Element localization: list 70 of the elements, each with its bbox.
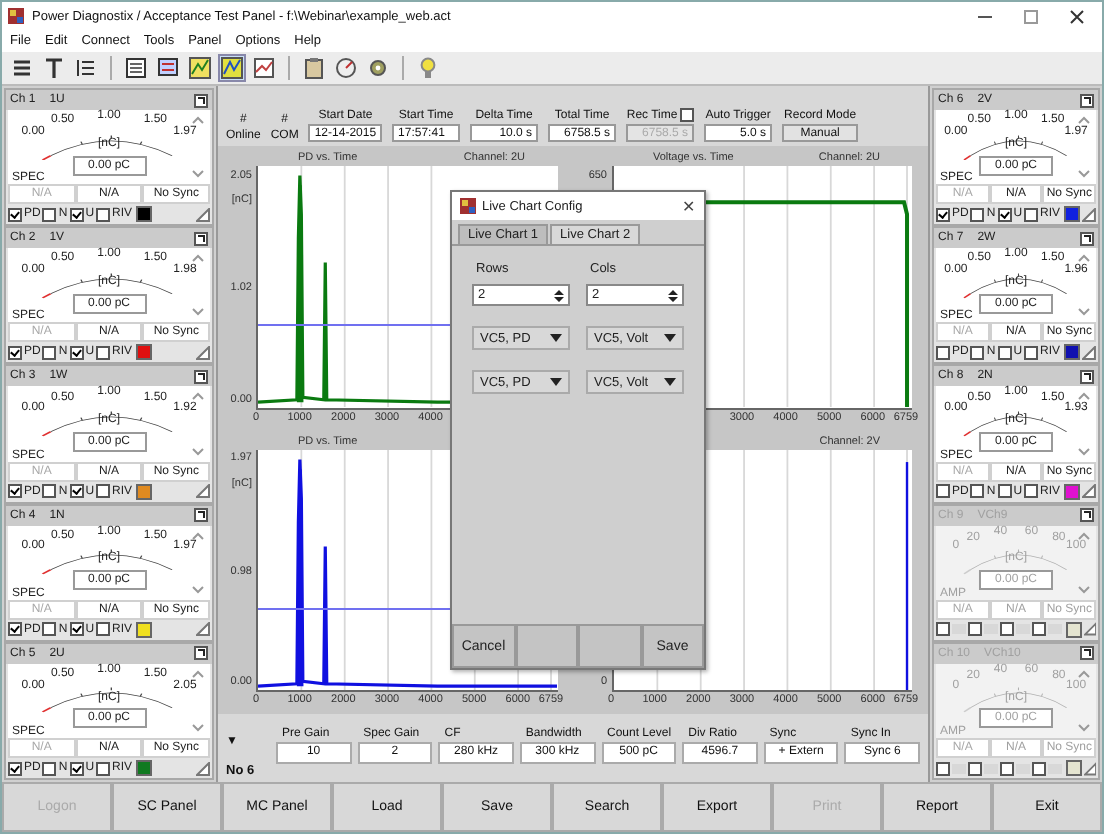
triangle-icon: [1082, 345, 1096, 360]
chevron-up-icon: [1078, 531, 1090, 540]
spin-arrows-icon: [554, 289, 564, 301]
chevron-up-icon: [192, 669, 204, 678]
lightbulb-icon[interactable]: [416, 56, 440, 80]
caret-icon: [664, 334, 676, 342]
color-swatch[interactable]: [136, 760, 153, 777]
triangle-icon: [1082, 484, 1096, 499]
graph-icon[interactable]: [252, 56, 276, 80]
chevron-up-icon: [1078, 254, 1090, 263]
chevron-down-icon: [1078, 308, 1090, 317]
gauge-icon[interactable]: [334, 56, 358, 80]
chart-icon[interactable]: [188, 56, 212, 80]
gauge-dial-drawing: [40, 406, 178, 438]
gauge-dial-drawing: [961, 544, 1071, 576]
color-swatch[interactable]: [136, 344, 153, 361]
spin-arrows-icon: [668, 289, 678, 301]
close-button[interactable]: ✕: [682, 197, 696, 215]
list-icon[interactable]: [74, 56, 98, 80]
triangle-icon: [196, 207, 210, 222]
caret-icon: [664, 378, 676, 386]
window-icon: [1080, 646, 1094, 661]
chevron-up-icon: [192, 531, 204, 540]
panel-icon[interactable]: [124, 56, 148, 80]
triangle-icon: [1082, 207, 1096, 222]
color-swatch[interactable]: [1064, 344, 1081, 361]
chevron-down-icon: [1078, 724, 1090, 733]
clipboard-icon[interactable]: [302, 56, 326, 80]
triangle-icon: [1083, 622, 1096, 637]
gauge-dial-drawing: [961, 682, 1071, 715]
chevron-down-icon: [1078, 170, 1090, 179]
window-icon: [1080, 508, 1094, 523]
chevron-up-icon: [192, 254, 204, 263]
color-swatch[interactable]: [136, 206, 153, 223]
chevron-down-icon: [192, 308, 204, 317]
chevron-up-icon: [1078, 669, 1090, 678]
chevron-down-icon: [192, 585, 204, 594]
chevron-down-icon: [1078, 447, 1090, 456]
chevron-up-icon: [1078, 392, 1090, 401]
lines-icon[interactable]: [10, 56, 34, 80]
gauge-dial-drawing: [40, 267, 178, 299]
maximize-icon[interactable]: [1024, 9, 1038, 23]
gauge-dial-drawing: [40, 544, 178, 576]
gauge-dial-drawing: [40, 129, 178, 161]
app-icon: [8, 8, 24, 24]
color-swatch[interactable]: [136, 483, 153, 500]
text-icon[interactable]: [42, 56, 66, 80]
gauge-dial-drawing: [40, 682, 178, 715]
color-swatch[interactable]: [136, 621, 153, 638]
triangle-icon: [196, 622, 210, 637]
chart-icon[interactable]: [220, 56, 244, 80]
chevron-down-icon: [192, 724, 204, 733]
triangle-icon: [196, 345, 210, 360]
color-swatch[interactable]: [1064, 483, 1081, 500]
caret-icon: [550, 378, 562, 386]
chevron-up-icon: [192, 392, 204, 401]
window-icon: [194, 508, 208, 523]
chevron-down-icon: [192, 447, 204, 456]
triangle-icon: [1083, 761, 1096, 776]
app-icon: [460, 198, 476, 214]
color-swatch[interactable]: [1064, 206, 1081, 223]
caret-icon: [550, 334, 562, 342]
chevron-up-icon: [1078, 116, 1090, 124]
window-icon: [194, 646, 208, 661]
triangle-icon: [196, 484, 210, 499]
chevron-down-icon: [192, 170, 204, 179]
chevron-up-icon: [192, 116, 204, 124]
chevron-down-icon: [1078, 585, 1090, 594]
close-icon[interactable]: [1070, 9, 1084, 23]
triangle-icon: [196, 761, 210, 776]
